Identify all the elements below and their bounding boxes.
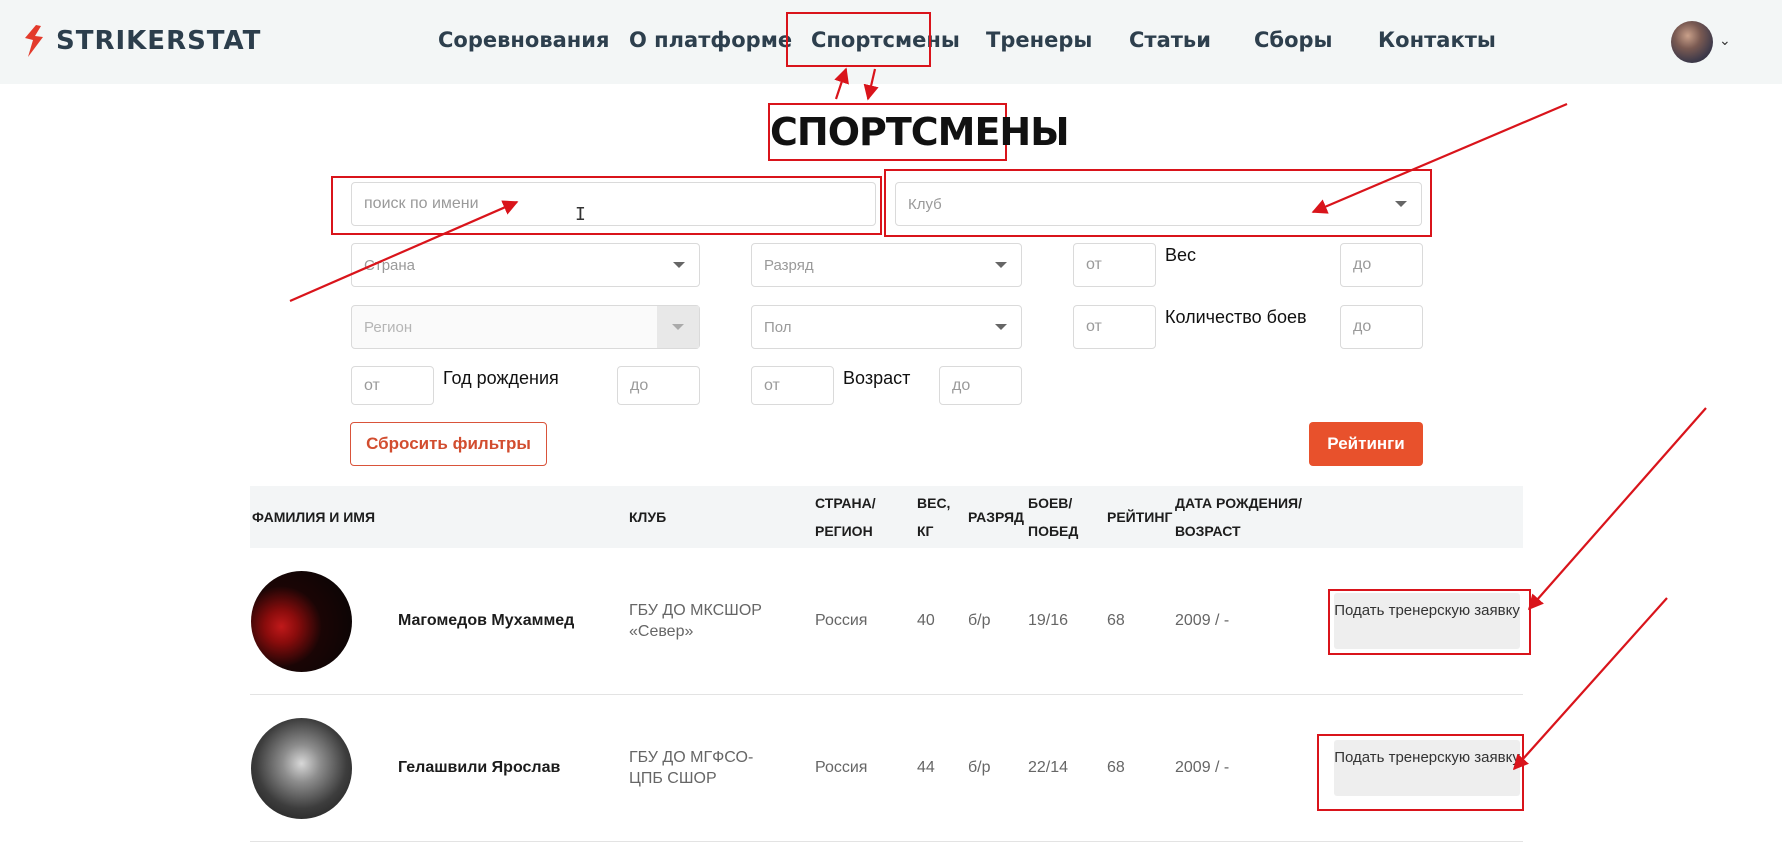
athlete-name[interactable]: Гелашвили Ярослав [398, 759, 560, 777]
country-select-placeholder: Страна [364, 256, 416, 274]
athlete-rank: б/р [968, 759, 991, 776]
nav-athletes[interactable]: Спортсмены [811, 28, 960, 52]
athlete-rank: б/р [968, 612, 991, 629]
logo-text: STRIKERSTAT [56, 26, 262, 56]
nav-coaches[interactable]: Тренеры [986, 28, 1092, 52]
dropdown-arrow-icon [672, 324, 684, 330]
text-cursor-icon: I [575, 204, 586, 225]
row-divider [250, 841, 1523, 842]
birth-year-label: Год рождения [443, 368, 559, 388]
athlete-club: ГБУ ДО МГФСО- ЦПБ СШОР [629, 749, 754, 787]
athlete-country: Россия [815, 759, 868, 776]
athlete-weight: 40 [917, 612, 935, 629]
age-to-placeholder: до [952, 376, 971, 394]
athlete-fights: 22/14 [1028, 759, 1069, 776]
column-header-fights: БОЕВ/ [1028, 495, 1073, 511]
sex-select-placeholder: Пол [764, 318, 792, 336]
athlete-photo[interactable] [251, 718, 352, 819]
sex-select[interactable]: Пол [751, 305, 1022, 349]
dropdown-arrow-icon [995, 324, 1007, 330]
lightning-logo-icon [25, 25, 43, 57]
athlete-rating: 68 [1107, 612, 1125, 629]
submit-coach-application-button[interactable]: Подать тренерскую заявку [1334, 593, 1520, 649]
search-input-placeholder: поиск по имени [364, 195, 479, 212]
age-from-input[interactable]: от [751, 366, 834, 405]
weight-label: Вес [1165, 245, 1197, 265]
nav-competitions[interactable]: Соревнования [438, 28, 610, 52]
weight-to-input[interactable]: до [1340, 243, 1423, 287]
column-header-age: ВОЗРАСТ [1175, 523, 1241, 539]
arrow-to-apply-2 [1512, 597, 1668, 771]
fights-to-placeholder: до [1353, 318, 1372, 335]
fights-label: Количество боев [1165, 307, 1307, 327]
athlete-rating: 68 [1107, 759, 1125, 776]
nav-contacts[interactable]: Контакты [1378, 28, 1496, 52]
athlete-fights: 19/16 [1028, 612, 1069, 629]
user-avatar[interactable] [1671, 21, 1713, 63]
weight-to-placeholder: до [1353, 256, 1372, 273]
birth-year-to-placeholder: до [630, 376, 649, 394]
athlete-photo[interactable] [251, 571, 352, 672]
dropdown-arrow-icon [673, 262, 685, 268]
column-header-club: КЛУБ [629, 509, 667, 525]
row-divider [250, 694, 1523, 695]
fights-to-input[interactable]: до [1340, 305, 1423, 349]
fights-from-placeholder: от [1086, 318, 1102, 335]
athlete-country: Россия [815, 612, 868, 629]
nav-articles[interactable]: Статьи [1129, 28, 1211, 52]
age-to-input[interactable]: до [939, 366, 1022, 405]
column-header-country: СТРАНА/ [815, 495, 876, 511]
region-select-placeholder: Регион [364, 318, 413, 336]
rank-select-placeholder: Разряд [764, 256, 814, 274]
weight-from-placeholder: от [1086, 256, 1102, 273]
country-select[interactable]: Страна [351, 243, 700, 287]
athlete-birth: 2009 / - [1175, 759, 1230, 776]
column-header-wins: ПОБЕД [1028, 523, 1079, 539]
birth-year-from-placeholder: от [364, 376, 380, 394]
column-header-rating: РЕЙТИНГ [1107, 509, 1173, 525]
age-from-placeholder: от [764, 376, 780, 394]
logo[interactable]: STRIKERSTAT [22, 24, 261, 58]
weight-from-input[interactable]: от [1073, 243, 1156, 287]
athlete-club: ГБУ ДО МКСШОР «Север» [629, 602, 762, 640]
fights-from-input[interactable]: от [1073, 305, 1156, 349]
column-header-birth-date: ДАТА РОЖДЕНИЯ/ [1175, 495, 1303, 511]
reset-filters-button[interactable]: Сбросить фильтры [350, 422, 547, 466]
club-select[interactable]: Клуб [895, 182, 1422, 226]
birth-year-from-input[interactable]: от [351, 366, 434, 405]
ratings-button[interactable]: Рейтинги [1309, 422, 1423, 466]
column-header-rank: РАЗРЯД [968, 509, 1025, 525]
nav-about-platform[interactable]: О платформе [629, 28, 792, 52]
submit-coach-application-button[interactable]: Подать тренерскую заявку [1334, 740, 1520, 796]
club-select-placeholder: Клуб [908, 195, 942, 213]
arrow-to-apply-1 [1527, 407, 1707, 611]
athlete-weight: 44 [917, 759, 935, 776]
rank-select[interactable]: Разряд [751, 243, 1022, 287]
column-header-region: РЕГИОН [815, 523, 873, 539]
column-header-weight: ВЕС, [917, 495, 951, 511]
column-header-weight-unit: КГ [917, 523, 934, 539]
athlete-birth: 2009 / - [1175, 612, 1230, 629]
dropdown-arrow-icon [1395, 201, 1407, 207]
dropdown-arrow-icon [995, 262, 1007, 268]
nav-camps[interactable]: Сборы [1254, 28, 1333, 52]
search-input[interactable]: поиск по имени [351, 182, 876, 226]
birth-year-to-input[interactable]: до [617, 366, 700, 405]
chevron-down-icon[interactable]: ⌄ [1719, 32, 1731, 49]
age-label: Возраст [843, 368, 911, 388]
column-header-name: ФАМИЛИЯ И ИМЯ [252, 509, 376, 525]
page-title: СПОРТСМЕНЫ [768, 103, 1070, 161]
site-header: STRIKERSTAT Соревнования О платформе Спо… [0, 0, 1782, 84]
athlete-name[interactable]: Магомедов Мухаммед [398, 612, 574, 630]
region-select[interactable]: Регион [351, 305, 700, 349]
dropdown-arrow-box [657, 306, 699, 348]
table-header [250, 486, 1523, 548]
